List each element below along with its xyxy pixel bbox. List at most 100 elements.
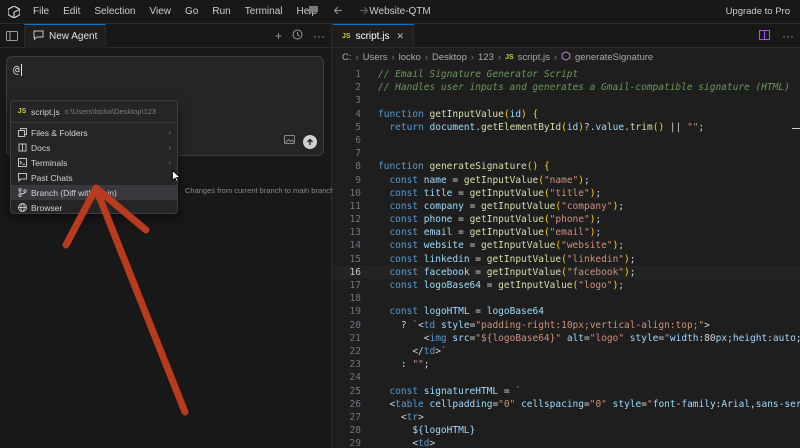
code-line[interactable]: 13 const email = getInputValue("email");	[333, 226, 800, 239]
code-line[interactable]: 20 ? `<td style="padding-right:10px;vert…	[333, 319, 800, 332]
code-line[interactable]: 1 // Email Signature Generator Script	[333, 68, 800, 81]
code-line[interactable]: 9 const name = getInputValue("name");	[333, 174, 800, 187]
line-number: 26	[349, 398, 361, 410]
menu-run[interactable]: Run	[205, 0, 237, 24]
breadcrumb-item[interactable]: locko	[399, 52, 421, 63]
code-text: const facebook = getInputValue("facebook…	[389, 266, 636, 278]
code-line[interactable]: 14 const website = getInputValue("websit…	[333, 239, 800, 252]
menu-divider	[11, 122, 177, 123]
code-text: <img src="${logoBase64}" alt="logo" styl…	[378, 332, 800, 344]
code-line[interactable]: 25 const signatureHTML = `	[333, 385, 800, 398]
upgrade-link[interactable]: Upgrade to Pro	[726, 0, 790, 24]
sidebar-toggle-icon[interactable]	[0, 24, 24, 48]
code-line[interactable]: 29 <td>	[333, 437, 800, 448]
mention-item-docs[interactable]: Docs ›	[11, 140, 177, 155]
breadcrumb-item[interactable]: Users	[363, 52, 388, 63]
code-text: const phone = getInputValue("phone");	[389, 214, 602, 226]
code-line[interactable]: 17 const logoBase64 = getInputValue("log…	[333, 279, 800, 292]
code-editor: JS script.js ✕ ··· C: › Users › locko › Des…	[333, 24, 800, 448]
composer-input[interactable]: @	[13, 63, 22, 76]
code-line[interactable]: 27 <tr>	[333, 411, 800, 424]
code-text: const logoBase64 = getInputValue("logo")…	[389, 280, 625, 291]
line-number: 1	[355, 69, 361, 80]
code-line[interactable]: 23 : "";	[333, 358, 800, 371]
image-attach-icon[interactable]	[284, 135, 295, 147]
code-text: const name = getInputValue("name");	[389, 174, 590, 186]
code-text: const website = getInputValue("website")…	[389, 240, 625, 252]
more-icon[interactable]: ···	[313, 29, 325, 43]
chevron-right-icon: ›	[391, 51, 395, 63]
code-line[interactable]: 18	[333, 292, 800, 305]
code-text: function getInputValue(id) {	[378, 108, 539, 120]
code-line[interactable]: 26 <table cellpadding="0" cellspacing="0…	[333, 398, 800, 411]
line-number: 12	[349, 214, 361, 226]
chat-icon[interactable]	[308, 5, 319, 19]
close-icon[interactable]: ✕	[396, 31, 404, 42]
menu-bar: File Edit Selection View Go Run Terminal…	[26, 0, 324, 24]
line-number: 29	[349, 438, 361, 448]
code-line[interactable]: 11 const company = getInputValue("compan…	[333, 200, 800, 213]
history-icon[interactable]	[292, 29, 303, 43]
more-actions-icon[interactable]: ···	[782, 29, 794, 43]
code-line[interactable]: 2 // Handles user inputs and generates a …	[333, 81, 800, 94]
line-number: 10	[349, 187, 361, 199]
breadcrumb-item[interactable]: generateSignature	[575, 52, 653, 63]
overview-ruler-mark	[792, 128, 800, 129]
mention-item-browser[interactable]: Browser	[11, 200, 177, 215]
chevron-right-icon: ›	[424, 51, 429, 63]
forward-arrow-icon[interactable]	[358, 5, 369, 19]
code-line[interactable]: 16 const facebook = getInputValue("faceb…	[333, 265, 800, 279]
code-line[interactable]: 4 function getInputValue(id) {	[333, 108, 800, 121]
code-line[interactable]: 24	[333, 371, 800, 384]
line-number: 20	[349, 319, 361, 331]
menu-view[interactable]: View	[143, 0, 179, 24]
code-line[interactable]: 6	[333, 134, 800, 147]
code-line[interactable]: 8 function generateSignature() {	[333, 160, 800, 173]
split-editor-icon[interactable]	[759, 29, 770, 43]
menu-terminal[interactable]: Terminal	[238, 0, 290, 24]
code-line[interactable]: 19 const logoHTML = logoBase64	[333, 305, 800, 318]
code-line[interactable]: 22 </td>`	[333, 345, 800, 358]
breadcrumb-item[interactable]: 123	[478, 52, 494, 63]
line-number: 3	[355, 95, 361, 107]
menu-go[interactable]: Go	[178, 0, 205, 24]
code-line[interactable]: 15 const linkedin = getInputValue("linke…	[333, 253, 800, 266]
breadcrumb-item[interactable]: script.js	[518, 52, 550, 63]
breadcrumb-item[interactable]: Desktop	[432, 52, 467, 63]
breadcrumb-item[interactable]: C:	[342, 52, 352, 63]
line-number: 25	[349, 385, 361, 397]
chevron-right-icon: ›	[553, 51, 558, 63]
mention-item-files-folders[interactable]: Files & Folders ›	[11, 125, 177, 140]
mention-item-branch[interactable]: Branch (Diff with Main)	[11, 185, 177, 200]
code-line[interactable]: 12 const phone = getInputValue("phone");	[333, 213, 800, 226]
tab-script-js[interactable]: JS script.js ✕	[333, 24, 415, 47]
code-text: // Handles user inputs and generates a G…	[378, 82, 790, 94]
tab-new-agent[interactable]: New Agent	[24, 23, 107, 48]
code-line[interactable]: 28 ${logoHTML}	[333, 424, 800, 437]
code-line[interactable]: 21 <img src="${logoBase64}" alt="logo" s…	[333, 332, 800, 345]
line-number: 22	[349, 345, 361, 357]
code-line[interactable]: 7	[333, 147, 800, 160]
menu-edit[interactable]: Edit	[56, 0, 87, 24]
menu-file[interactable]: File	[26, 0, 56, 24]
menu-selection[interactable]: Selection	[87, 0, 142, 24]
back-arrow-icon[interactable]	[333, 5, 344, 19]
git-branch-icon	[16, 188, 28, 197]
mention-item-label: Terminals	[31, 157, 68, 168]
js-file-icon: JS	[342, 32, 351, 40]
code-area[interactable]: 1 // Email Signature Generator Script 2 // …	[333, 68, 800, 448]
mention-item-terminals[interactable]: Terminals ›	[11, 155, 177, 170]
line-number: 11	[349, 200, 361, 212]
mention-file-item[interactable]: JS script.js c:\Users\locko\Desktop\123	[11, 103, 177, 120]
code-line[interactable]: 10 const title = getInputValue("title");	[333, 187, 800, 200]
code-text: return document.getElementById(id)?.valu…	[389, 121, 705, 133]
code-line[interactable]: 5 return document.getElementById(id)?.va…	[333, 121, 800, 134]
send-button[interactable]	[303, 135, 317, 149]
plus-icon[interactable]: +	[275, 29, 282, 43]
globe-icon	[16, 203, 28, 212]
line-number: 8	[355, 161, 361, 173]
mention-item-past-chats[interactable]: Past Chats	[11, 170, 177, 185]
agent-tab-actions: + ···	[275, 24, 325, 48]
code-line[interactable]: 3	[333, 94, 800, 107]
